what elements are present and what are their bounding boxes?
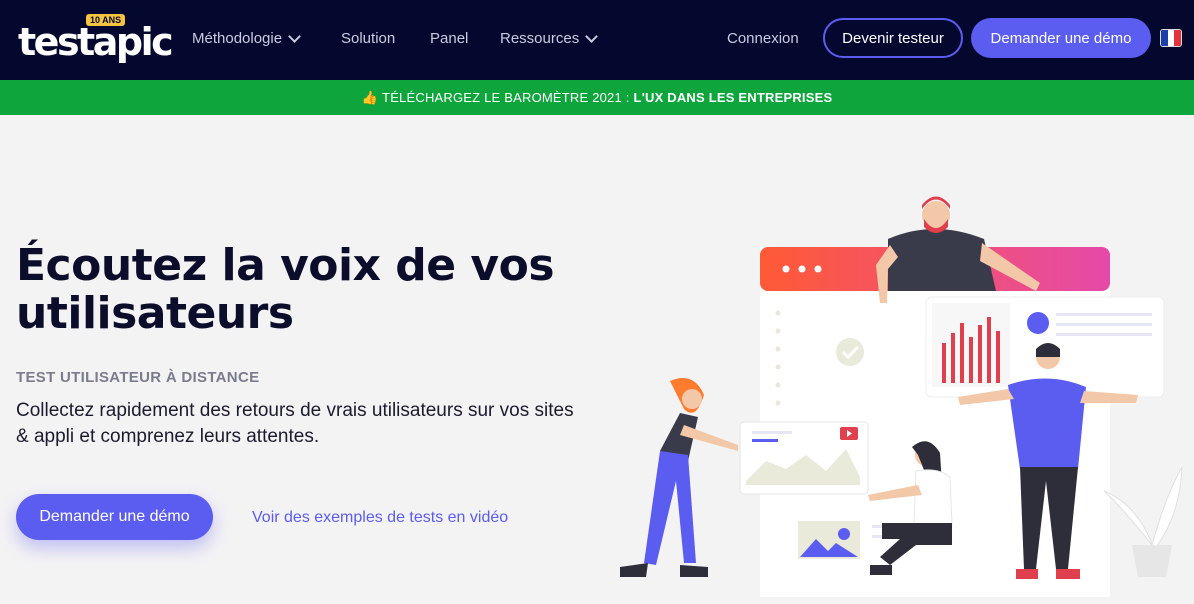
video-chart-card	[739, 421, 869, 495]
login-label: Connexion	[727, 30, 799, 47]
login-link[interactable]: Connexion	[727, 30, 799, 48]
testapic-logo[interactable]: testapic 10 ANS	[18, 14, 174, 64]
plant-decoration	[1103, 466, 1183, 577]
become-tester-button[interactable]: Devenir testeur	[823, 18, 963, 58]
nav-solution[interactable]: Solution	[341, 30, 395, 48]
nav-panel-label: Panel	[430, 30, 469, 47]
thumbs-up-icon: 👍	[361, 89, 379, 105]
nav-solution-label: Solution	[341, 30, 396, 47]
chevron-down-icon	[288, 30, 301, 43]
hero-lead: Collectez rapidement des retours de vrai…	[16, 400, 574, 447]
woman-pushing-figure	[620, 378, 738, 577]
nav-methodologie[interactable]: Méthodologie	[192, 30, 301, 48]
hero-title: Écoutez la voix de vos utilisateurs	[16, 240, 555, 339]
video-examples-link[interactable]: Voir des exemples de tests en vidéo	[252, 509, 508, 527]
anniversary-badge: 10 ANS	[86, 14, 126, 26]
top-navbar: testapic 10 ANS Méthodologie Solution Pa…	[0, 0, 1194, 80]
announcement-banner[interactable]: 👍 TÉLÉCHARGEZ LE BAROMÈTRE 2021 : L'UX D…	[0, 80, 1194, 115]
banner-text: TÉLÉCHARGEZ LE BAROMÈTRE 2021 :	[382, 90, 630, 105]
nav-panel[interactable]: Panel	[430, 30, 468, 48]
nav-demo-button[interactable]: Demander une démo	[971, 18, 1151, 58]
chevron-down-icon	[585, 30, 599, 43]
hero-illustration	[620, 196, 1183, 597]
french-flag-icon[interactable]	[1160, 29, 1182, 47]
nav-ressources-label: Ressources	[500, 30, 580, 47]
nav-ressources[interactable]: Ressources	[500, 30, 599, 48]
hero-demo-button[interactable]: Demander une démo	[16, 494, 213, 540]
banner-text-bold: L'UX DANS LES ENTREPRISES	[633, 90, 833, 105]
hero-eyebrow: TEST UTILISATEUR À DISTANCE	[16, 369, 260, 386]
nav-methodologie-label: Méthodologie	[192, 30, 283, 47]
logo-text: testapic	[18, 20, 174, 64]
